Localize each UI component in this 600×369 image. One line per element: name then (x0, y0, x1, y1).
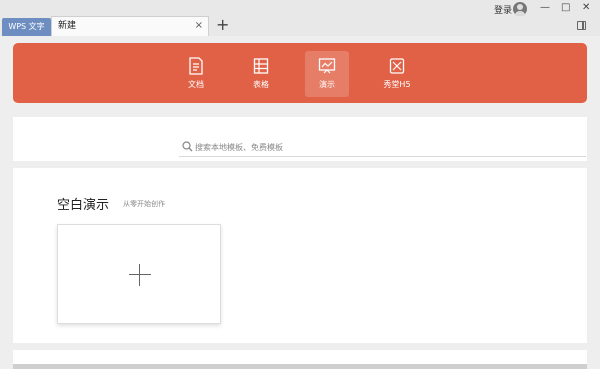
presentation-icon (318, 58, 336, 74)
tab-new[interactable]: 新建 × (51, 16, 209, 36)
section-subtitle: 从零开始创作 (123, 200, 165, 208)
nav-item-spreadsheet-label: 表格 (253, 80, 269, 89)
nav-item-document-label: 文档 (188, 80, 204, 89)
close-window-button[interactable]: ✕ (582, 1, 590, 15)
add-tab-button[interactable]: + (216, 15, 229, 35)
search-panel: 搜索本地模板、免费模板 (13, 117, 587, 161)
search-placeholder: 搜索本地模板、免费模板 (195, 143, 283, 152)
app-tab-wps-writer[interactable]: WPS 文字 (2, 18, 51, 36)
nav-item-presentation[interactable]: 演示 (305, 51, 349, 97)
maximize-button[interactable]: □ (561, 1, 570, 15)
blank-presentation-panel: 空白演示 从零开始创作 (13, 168, 587, 343)
plus-icon (129, 274, 151, 275)
new-type-banner: 文档 表格 演示 秀堂H5 (13, 43, 587, 103)
title-bar: WPS 文字 新建 × + 登录 — □ ✕ (0, 0, 600, 36)
search-icon (182, 141, 193, 152)
tab-new-label: 新建 (58, 21, 77, 31)
plus-icon-vertical (139, 264, 140, 286)
nav-item-h5-label: 秀堂H5 (383, 80, 411, 89)
horizontal-scrollbar[interactable] (13, 364, 587, 369)
sidebar-toggle-icon[interactable] (577, 21, 586, 30)
table-icon (253, 58, 269, 74)
h5-icon (389, 58, 405, 74)
nav-item-h5[interactable]: 秀堂H5 (375, 51, 419, 97)
template-search-input[interactable]: 搜索本地模板、免费模板 (179, 139, 586, 157)
login-link[interactable]: 登录 (494, 3, 512, 16)
new-blank-presentation-card[interactable] (57, 224, 221, 324)
section-title: 空白演示 (57, 198, 110, 213)
close-tab-icon[interactable]: × (195, 17, 203, 35)
minimize-button[interactable]: — (540, 1, 550, 15)
avatar-icon[interactable] (513, 2, 527, 16)
nav-item-spreadsheet[interactable]: 表格 (239, 51, 283, 97)
nav-item-document[interactable]: 文档 (174, 51, 218, 97)
nav-item-presentation-label: 演示 (319, 80, 335, 89)
document-icon (189, 57, 203, 75)
